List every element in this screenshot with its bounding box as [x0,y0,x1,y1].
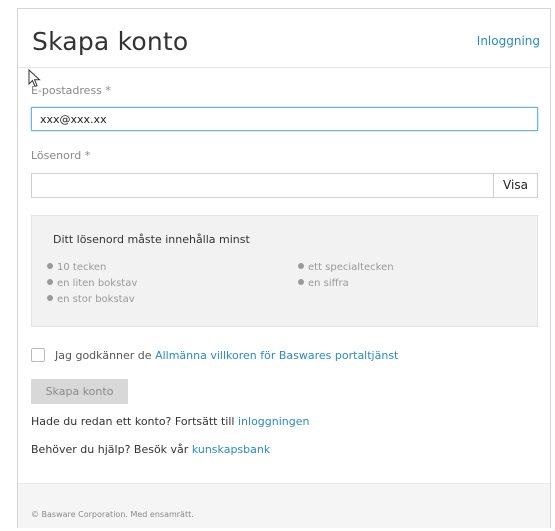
password-label: Lösenord * [31,149,91,162]
login-link[interactable]: Inloggning [477,34,540,48]
create-account-button[interactable]: Skapa konto [31,379,128,404]
requirements-title: Ditt lösenord måste innehålla minst [53,233,250,246]
email-label: E-postadress * [31,84,111,97]
login-page-link[interactable]: inloggningen [238,415,310,428]
requirement-item: ett specialtecken [298,262,394,273]
required-mark: * [84,149,91,162]
panel-header: Skapa konto Inloggning [18,9,550,68]
bullet-icon [47,279,53,285]
requirement-item: en siffra [298,278,349,289]
bullet-icon [298,279,304,285]
bullet-icon [298,263,304,269]
footer: © Basware Corporation. Med ensamrätt. [18,483,550,528]
knowledge-base-link[interactable]: kunskapsbank [192,443,270,456]
requirement-item: 10 tecken [47,262,106,273]
requirement-item: en stor bokstav [47,294,135,305]
password-row: Visa [31,173,538,198]
help-text: Behöver du hjälp? Besök vår kunskapsbank [31,443,271,456]
create-account-panel: Skapa konto Inloggning E-postadress * Lö… [17,8,551,528]
required-mark: * [105,84,111,97]
copyright-text: © Basware Corporation. Med ensamrätt. [31,510,194,519]
email-field[interactable] [31,107,538,131]
have-account-text: Hade du redan ett konto? Fortsätt till i… [31,415,310,428]
bullet-icon [47,263,53,269]
bullet-icon [47,295,53,301]
requirement-item: en liten bokstav [47,278,137,289]
page-title: Skapa konto [32,27,189,56]
terms-link[interactable]: Allmänna villkoren för Baswares portaltj… [155,349,398,362]
terms-label: Jag godkänner de Allmänna villkoren för … [55,349,399,362]
show-password-button[interactable]: Visa [493,173,538,198]
terms-checkbox[interactable] [31,348,45,362]
password-requirements: Ditt lösenord måste innehålla minst 10 t… [31,215,538,327]
password-field[interactable] [31,173,494,198]
